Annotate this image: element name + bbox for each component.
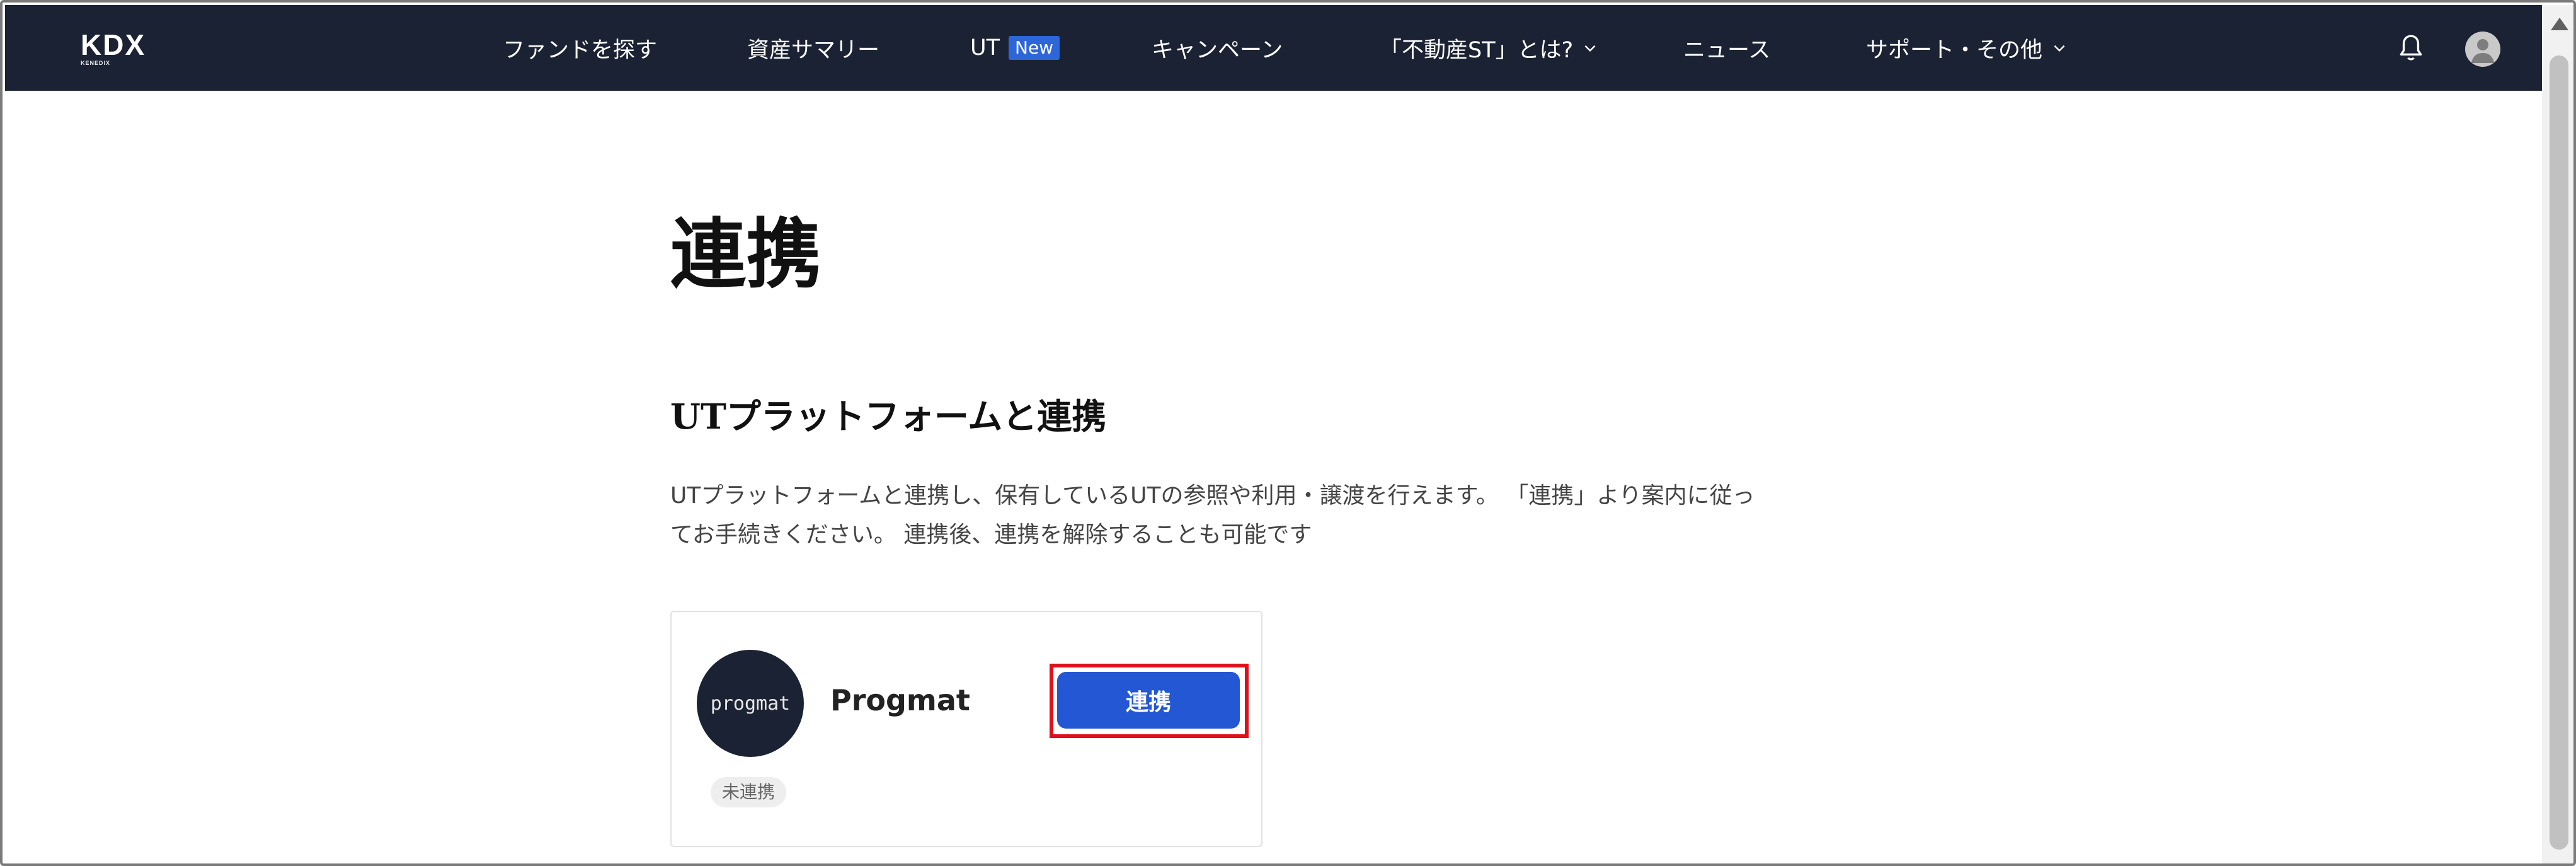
status-badge: 未連携	[711, 777, 787, 807]
scroll-thumb[interactable]	[2550, 55, 2568, 850]
chevron-down-icon	[1584, 45, 1596, 52]
page-title: 連携	[670, 210, 821, 299]
new-badge: New	[1009, 36, 1060, 60]
nav-label: 「不動産ST」とは?	[1380, 37, 1574, 63]
kdx-logo[interactable]: KDX KENEDIX	[81, 30, 146, 67]
progmat-integration-card: progmat Progmat 未連携 連携	[670, 611, 1262, 847]
progmat-logo-text: progmat	[710, 692, 791, 715]
nav-news[interactable]: ニュース	[1683, 5, 1770, 91]
nav-asset-summary[interactable]: 資産サマリー	[747, 5, 879, 91]
description-line-2: てお手続きください。 連携後、連携を解除することも可能です	[670, 522, 1312, 548]
link-button[interactable]: 連携	[1057, 672, 1240, 729]
chevron-down-icon	[2054, 45, 2065, 52]
nav-about-st[interactable]: 「不動産ST」とは?	[1380, 5, 1598, 91]
nav-campaign[interactable]: キャンペーン	[1152, 5, 1283, 91]
scroll-up-arrow-icon[interactable]	[2551, 18, 2568, 30]
description-line-1: UTプラットフォームと連携し、保有しているUTの参照や利用・譲渡を行えます。 「…	[670, 483, 1755, 509]
top-header: KDX KENEDIX ファンドを探す 資産サマリー UT New キャンペーン…	[5, 5, 2542, 91]
vertical-scrollbar[interactable]	[2542, 5, 2573, 863]
bell-icon[interactable]	[2395, 32, 2427, 64]
nav-support[interactable]: サポート・その他	[1866, 5, 2068, 91]
nav-ut[interactable]: UT New	[970, 5, 1060, 91]
logo-text: KDX	[81, 28, 146, 61]
nav-label: 資産サマリー	[747, 37, 880, 63]
nav-label: サポート・その他	[1866, 37, 2043, 63]
section-description: UTプラットフォームと連携し、保有しているUTの参照や利用・譲渡を行えます。 「…	[670, 476, 1899, 555]
nav-label: ファンドを探す	[503, 37, 658, 63]
progmat-logo: progmat	[697, 650, 804, 757]
nav-find-funds[interactable]: ファンドを探す	[503, 5, 657, 91]
browser-frame: KDX KENEDIX ファンドを探す 資産サマリー UT New キャンペーン…	[0, 0, 2576, 866]
nav-label: キャンペーン	[1152, 37, 1283, 63]
logo-subtext: KENEDIX	[81, 60, 111, 66]
section-title: UTプラットフォームと連携	[670, 396, 1107, 437]
nav-label: UT	[970, 35, 1000, 61]
nav-label: ニュース	[1683, 37, 1771, 63]
avatar-icon[interactable]	[2465, 32, 2500, 67]
user-silhouette-icon	[2471, 39, 2494, 63]
service-name: Progmat	[830, 683, 970, 717]
